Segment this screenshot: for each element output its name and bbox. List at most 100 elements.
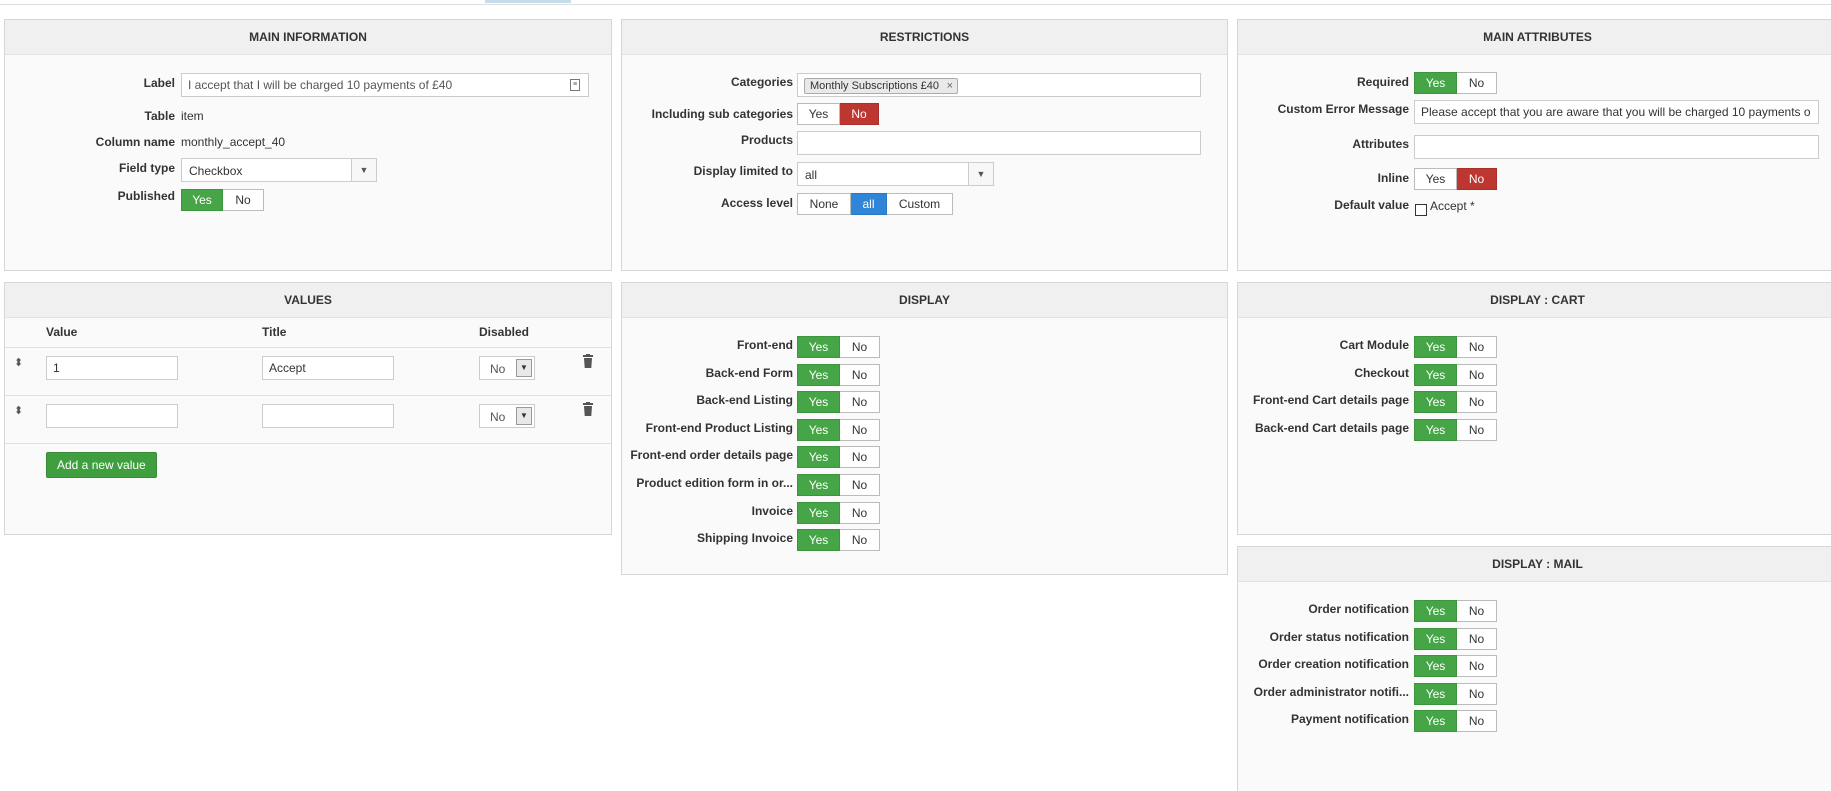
toggle-yes[interactable]: Yes (797, 363, 840, 386)
published-toggle[interactable]: Yes No (181, 189, 264, 211)
access-none[interactable]: None (797, 193, 851, 215)
toggle-no[interactable]: No (840, 446, 880, 469)
toggle-yes[interactable]: Yes (1414, 363, 1457, 386)
sub-categories-no[interactable]: No (840, 103, 879, 125)
access-all[interactable]: all (851, 193, 887, 215)
remove-tag-icon[interactable]: × (947, 79, 953, 94)
yes-no-toggle[interactable]: Yes No (1414, 710, 1497, 733)
table-value: item (181, 109, 204, 123)
display-limited-select[interactable]: all ▼ (797, 162, 994, 186)
yes-no-toggle[interactable]: Yes No (797, 363, 880, 386)
toggle-no[interactable]: No (1457, 710, 1497, 733)
yes-no-toggle[interactable]: Yes No (797, 474, 880, 496)
yes-no-toggle[interactable]: Yes No (797, 418, 880, 441)
accept-checkbox[interactable] (1415, 204, 1427, 216)
toggle-yes[interactable]: Yes (797, 529, 840, 552)
toggle-yes[interactable]: Yes (797, 336, 840, 358)
toggle-no[interactable]: No (840, 474, 880, 496)
yes-no-toggle[interactable]: Yes No (1414, 655, 1497, 678)
toggle-yes[interactable]: Yes (1414, 710, 1457, 733)
trash-icon[interactable] (582, 354, 594, 368)
sub-categories-toggle[interactable]: Yes No (797, 103, 879, 125)
toggle-row-label: Order status notification (1269, 629, 1409, 644)
required-toggle[interactable]: Yes No (1414, 72, 1497, 94)
value-input[interactable]: 1 (46, 356, 178, 380)
required-yes[interactable]: Yes (1414, 72, 1457, 94)
inline-no[interactable]: No (1457, 168, 1497, 190)
add-value-button[interactable]: Add a new value (46, 452, 157, 478)
column-header-disabled: Disabled (479, 325, 530, 339)
chevron-down-icon: ▼ (351, 159, 376, 181)
field-type-select[interactable]: Checkbox ▼ (181, 158, 377, 182)
published-yes[interactable]: Yes (181, 189, 223, 211)
yes-no-toggle[interactable]: Yes No (797, 391, 880, 414)
toggle-no[interactable]: No (1457, 682, 1497, 705)
toggle-yes[interactable]: Yes (1414, 627, 1457, 650)
toggle-no[interactable]: No (840, 501, 880, 524)
toggle-no[interactable]: No (840, 363, 880, 386)
products-label: Products (740, 133, 793, 147)
toggle-row-label: Order administrator notifi... (1253, 684, 1409, 699)
required-no[interactable]: No (1457, 72, 1497, 94)
toggle-no[interactable]: No (840, 336, 880, 358)
toggle-no[interactable]: No (1457, 655, 1497, 678)
published-no[interactable]: No (223, 189, 264, 211)
yes-no-toggle[interactable]: Yes No (1414, 682, 1497, 705)
disabled-select[interactable]: No ▼ (479, 356, 535, 380)
trash-icon[interactable] (582, 402, 594, 416)
toggle-yes[interactable]: Yes (1414, 682, 1457, 705)
sub-categories-yes[interactable]: Yes (797, 103, 840, 125)
toggle-no[interactable]: No (840, 529, 880, 552)
error-message-input[interactable]: Please accept that you are aware that yo… (1414, 100, 1819, 124)
inline-toggle[interactable]: Yes No (1414, 168, 1497, 190)
toggle-yes[interactable]: Yes (1414, 391, 1457, 414)
yes-no-toggle[interactable]: Yes No (797, 446, 880, 469)
toggle-yes[interactable]: Yes (1414, 336, 1457, 358)
toggle-row-label: Checkout (1354, 365, 1409, 380)
label-input[interactable]: I accept that I will be charged 10 payme… (181, 73, 589, 97)
inline-yes[interactable]: Yes (1414, 168, 1457, 190)
yes-no-toggle[interactable]: Yes No (797, 529, 880, 552)
yes-no-toggle[interactable]: Yes No (797, 501, 880, 524)
title-input[interactable]: Accept (262, 356, 394, 380)
yes-no-toggle[interactable]: Yes No (1414, 627, 1497, 650)
sub-categories-label: Including sub categories (651, 107, 793, 121)
access-custom[interactable]: Custom (887, 193, 953, 215)
toggle-no[interactable]: No (1457, 391, 1497, 414)
access-level-toggle[interactable]: None all Custom (797, 193, 953, 215)
toggle-no[interactable]: No (1457, 600, 1497, 622)
toggle-yes[interactable]: Yes (797, 391, 840, 414)
toggle-yes[interactable]: Yes (1414, 600, 1457, 622)
toggle-yes[interactable]: Yes (797, 446, 840, 469)
toggle-yes[interactable]: Yes (797, 418, 840, 441)
label-field-label: Label (143, 76, 175, 90)
yes-no-toggle[interactable]: Yes No (1414, 418, 1497, 441)
toggle-no[interactable]: No (1457, 418, 1497, 441)
yes-no-toggle[interactable]: Yes No (1414, 336, 1497, 358)
yes-no-toggle[interactable]: Yes No (1414, 600, 1497, 622)
value-input[interactable] (46, 404, 178, 428)
column-header-title: Title (262, 325, 287, 339)
toggle-no[interactable]: No (840, 418, 880, 441)
toggle-no[interactable]: No (1457, 363, 1497, 386)
title-input[interactable] (262, 404, 394, 428)
toggle-no[interactable]: No (840, 391, 880, 414)
toggle-yes[interactable]: Yes (1414, 418, 1457, 441)
drag-handle-icon[interactable]: ⬍ (14, 404, 23, 417)
active-tab-indicator (485, 0, 571, 3)
categories-input[interactable]: Monthly Subscriptions £40 × (797, 73, 1201, 97)
translate-icon[interactable]: ≡ (570, 79, 580, 91)
yes-no-toggle[interactable]: Yes No (1414, 391, 1497, 414)
yes-no-toggle[interactable]: Yes No (797, 336, 880, 358)
toggle-no[interactable]: No (1457, 627, 1497, 650)
products-input[interactable] (797, 131, 1201, 155)
toggle-yes[interactable]: Yes (1414, 655, 1457, 678)
disabled-select[interactable]: No ▼ (479, 404, 535, 428)
toggle-no[interactable]: No (1457, 336, 1497, 358)
attributes-input[interactable] (1414, 135, 1819, 159)
yes-no-toggle[interactable]: Yes No (1414, 363, 1497, 386)
toggle-yes[interactable]: Yes (797, 474, 840, 496)
toggle-row-label: Front-end (737, 338, 793, 352)
toggle-yes[interactable]: Yes (797, 501, 840, 524)
drag-handle-icon[interactable]: ⬍ (14, 356, 23, 369)
